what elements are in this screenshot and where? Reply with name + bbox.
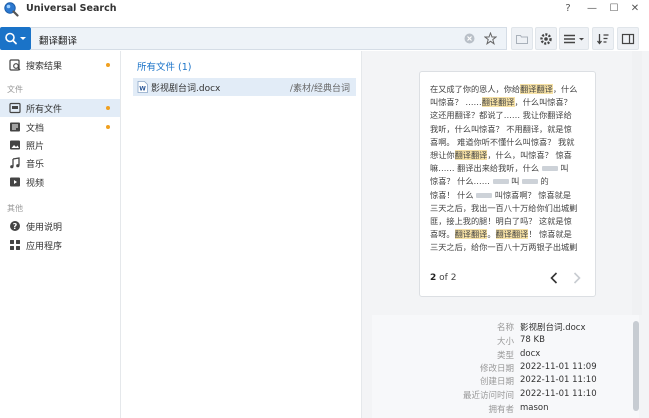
list-view-icon bbox=[564, 34, 584, 43]
gear-icon bbox=[540, 32, 552, 45]
page-indicator: 2 of 2 bbox=[430, 273, 457, 283]
info-scrollbar-thumb[interactable] bbox=[633, 321, 639, 411]
sidebar-item-label: 照片 bbox=[26, 142, 45, 152]
minimize-button[interactable]: — bbox=[584, 1, 600, 16]
status-dot bbox=[106, 125, 110, 129]
sidebar-item-photos[interactable]: 照片 bbox=[0, 136, 120, 154]
info-row: 名称 影视剧台词.docx bbox=[496, 323, 586, 333]
sidebar-item-documents[interactable]: 文档 bbox=[0, 118, 120, 136]
sidebar-item-label: 视频 bbox=[26, 179, 45, 189]
maximize-button[interactable]: ☐ bbox=[606, 1, 622, 16]
status-dot bbox=[106, 106, 110, 110]
status-dot bbox=[106, 63, 110, 67]
favorite-star-icon[interactable] bbox=[484, 32, 497, 45]
info-row: 最近访问时间 2022-11-01 11:10 bbox=[462, 389, 597, 401]
file-path: /素材/经典台词 bbox=[289, 84, 350, 94]
sidebar-item-label: 使用说明 bbox=[26, 223, 63, 233]
document-preview: 在又成了你的恩人，你给翻译翻译，什么 叫惊喜？ ……翻译翻译，什么叫惊喜？ 这还… bbox=[419, 71, 596, 297]
document-icon bbox=[10, 122, 20, 132]
word-doc-icon: W bbox=[137, 81, 148, 93]
search-scope-button[interactable] bbox=[0, 27, 31, 50]
photo-icon bbox=[10, 140, 20, 150]
info-row: 拥有者 mason bbox=[488, 403, 549, 415]
sidebar-section-other: 其他 bbox=[7, 204, 23, 213]
sidebar-item-video[interactable]: 视频 bbox=[0, 173, 120, 191]
info-row: 大小 78 KB bbox=[496, 335, 545, 347]
search-results-icon bbox=[9, 59, 21, 71]
folder-icon bbox=[516, 34, 528, 44]
svg-text:?: ? bbox=[13, 222, 18, 231]
preview-pane: 在又成了你的恩人，你给翻译翻译，什么 叫惊喜？ ……翻译翻译，什么叫惊喜？ 这还… bbox=[362, 51, 649, 418]
sidebar-item-label: 所有文件 bbox=[26, 105, 63, 115]
open-folder-button[interactable] bbox=[511, 27, 533, 50]
results-header: 所有文件 (1) bbox=[137, 62, 192, 73]
sidebar-item-label: 应用程序 bbox=[26, 242, 63, 252]
video-icon bbox=[10, 177, 20, 187]
sidebar-item-label: 文档 bbox=[26, 124, 45, 134]
search-input[interactable]: 翻译翻译 bbox=[31, 27, 507, 50]
info-row: 修改日期 2022-11-01 11:09 bbox=[479, 362, 597, 374]
sidebar-item-label: 搜索结果 bbox=[26, 62, 63, 72]
sort-button[interactable] bbox=[592, 27, 614, 50]
title-bar[interactable]: Universal Search ? — ☐ ✕ bbox=[0, 0, 649, 17]
chevron-left-icon[interactable] bbox=[548, 271, 560, 285]
chevron-right-icon[interactable] bbox=[571, 271, 583, 285]
sidebar-item-label: 音乐 bbox=[26, 160, 45, 170]
sidebar-item-all-files[interactable]: 所有文件 bbox=[0, 99, 120, 117]
list-item[interactable]: W 影视剧台词.docx /素材/经典台词 bbox=[133, 78, 356, 96]
clear-search-icon[interactable] bbox=[464, 33, 475, 44]
files-icon bbox=[9, 102, 21, 114]
sidebar: 搜索结果 文件 所有文件 文档 照片 音乐 视频 其他 ? 使用说明 应用程序 bbox=[0, 51, 121, 418]
svg-text:W: W bbox=[139, 86, 146, 93]
document-text: 在又成了你的恩人，你给翻译翻译，什么 叫惊喜？ ……翻译翻译，什么叫惊喜？ 这还… bbox=[430, 84, 578, 253]
sort-icon bbox=[596, 33, 609, 45]
search-toolbar: 翻译翻译 bbox=[0, 27, 649, 51]
preview-scrollbar[interactable] bbox=[632, 51, 642, 315]
help-icon: ? bbox=[10, 221, 20, 231]
sidebar-section-files: 文件 bbox=[7, 85, 23, 94]
settings-button[interactable] bbox=[535, 27, 557, 50]
view-mode-button[interactable] bbox=[559, 27, 589, 50]
info-row: 创建日期 2022-11-01 11:10 bbox=[479, 375, 597, 387]
panel-layout-icon bbox=[621, 33, 635, 44]
file-name: 影视剧台词.docx bbox=[151, 84, 221, 94]
window-title: Universal Search bbox=[26, 3, 117, 14]
results-list: 所有文件 (1) W 影视剧台词.docx /素材/经典台词 bbox=[121, 51, 362, 418]
universal-search-logo-icon bbox=[4, 2, 19, 17]
apps-icon bbox=[10, 240, 20, 250]
help-button[interactable]: ? bbox=[560, 1, 576, 16]
file-info-panel: 名称 影视剧台词.docx 大小 78 KB 类型 docx 修改日期 2022-11-… bbox=[372, 315, 639, 418]
sidebar-item-help[interactable]: ? 使用说明 bbox=[0, 217, 120, 235]
sidebar-item-search-results[interactable]: 搜索结果 bbox=[0, 56, 120, 74]
search-query-text[interactable]: 翻译翻译 bbox=[39, 33, 77, 47]
close-button[interactable]: ✕ bbox=[627, 1, 643, 16]
preview-panel-button[interactable] bbox=[617, 27, 639, 50]
info-row: 类型 docx bbox=[496, 349, 541, 361]
sidebar-item-music[interactable]: 音乐 bbox=[0, 154, 120, 172]
sidebar-item-apps[interactable]: 应用程序 bbox=[0, 236, 120, 254]
universal-search-window: Universal Search ? — ☐ ✕ 翻译翻译 搜索结果 文件 所有… bbox=[0, 0, 649, 418]
search-icon bbox=[5, 32, 26, 45]
music-icon bbox=[10, 157, 20, 169]
